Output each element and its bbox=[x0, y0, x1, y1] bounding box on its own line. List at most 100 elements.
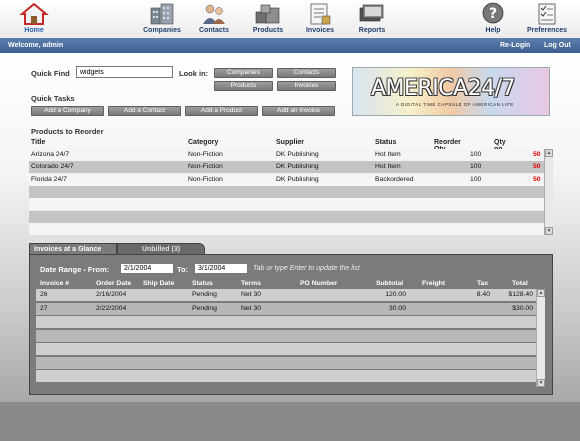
scroll-up-icon[interactable]: ▲ bbox=[537, 289, 545, 297]
relogin-link[interactable]: Re-Login bbox=[500, 42, 530, 49]
date-range-hint: Tab or type Enter to update the list bbox=[253, 265, 360, 272]
help-icon: ? bbox=[482, 2, 504, 24]
nav-preferences[interactable]: Preferences bbox=[522, 0, 572, 38]
look-in-label: Look in: bbox=[179, 69, 209, 78]
scroll-up-icon[interactable]: ▲ bbox=[545, 149, 553, 157]
cell-order-date: 2/22/2004 bbox=[96, 304, 127, 312]
people-icon bbox=[203, 4, 225, 24]
table-row[interactable]: 27 2/22/2004 Pending Net 30 30.00 $30.00 bbox=[36, 302, 536, 315]
banner-brand: AMERICA24/7 bbox=[371, 76, 516, 101]
cell-total: $128.40 bbox=[508, 291, 533, 298]
nav-companies-label: Companies bbox=[143, 27, 181, 34]
cell-category: Non-Fiction bbox=[188, 151, 223, 158]
logout-link[interactable]: Log Out bbox=[544, 42, 571, 49]
col-invoice-num: Invoice # bbox=[40, 280, 70, 287]
cell-status: Pending bbox=[192, 291, 217, 298]
quick-tasks-label: Quick Tasks bbox=[31, 94, 75, 103]
col-status: Status bbox=[192, 280, 213, 287]
table-row[interactable]: Arizona 24/7 Non-Fiction DK Publishing Hot … bbox=[29, 149, 544, 161]
table-row[interactable] bbox=[36, 316, 536, 328]
col-po-number: PO Number bbox=[300, 280, 338, 287]
cell-tax: 8.40 bbox=[476, 291, 490, 298]
invoice-scrollbar[interactable]: ▲ ▼ bbox=[536, 289, 545, 387]
quick-find-label: Quick Find bbox=[31, 69, 70, 78]
date-range-label: Date Range - From: bbox=[40, 265, 110, 274]
home-icon bbox=[19, 2, 49, 25]
reorder-scrollbar[interactable]: ▲ ▼ bbox=[544, 149, 553, 235]
col-supplier: Supplier bbox=[276, 139, 305, 146]
col-status: Status bbox=[375, 139, 397, 146]
lookin-invoices-button[interactable]: Invoices bbox=[277, 81, 336, 91]
quick-find-input[interactable] bbox=[76, 66, 173, 78]
col-terms: Terms bbox=[241, 280, 261, 287]
date-to-input[interactable] bbox=[194, 263, 248, 274]
add-company-button[interactable]: Add a Company bbox=[31, 106, 104, 116]
cell-status: Hot Item bbox=[375, 163, 401, 171]
cell-subtotal: 120.00 bbox=[385, 291, 406, 298]
cell-invoice-num: 27 bbox=[40, 304, 48, 312]
table-row[interactable] bbox=[29, 185, 544, 198]
cell-title: Colorado 24/7 bbox=[31, 163, 74, 171]
nav-invoices[interactable]: Invoices bbox=[302, 0, 338, 38]
nav-preferences-label: Preferences bbox=[526, 27, 568, 34]
main-content: Quick Find Look in: Companies Contacts P… bbox=[0, 53, 580, 402]
lookin-contacts-button[interactable]: Contacts bbox=[277, 68, 336, 78]
lookin-companies-button[interactable]: Companies bbox=[214, 68, 273, 78]
america247-banner: AMERICA24/7 A DIGITAL TIME CAPSULE OF AM… bbox=[352, 67, 550, 116]
banner-tagline: A DIGITAL TIME CAPSULE OF AMERICAN LIFE bbox=[396, 102, 514, 107]
table-row[interactable] bbox=[29, 198, 544, 211]
welcome-bar: Welcome, admin Re-Login Log Out bbox=[0, 38, 580, 53]
scroll-down-icon[interactable]: ▼ bbox=[545, 227, 553, 235]
col-order-date: Order Date bbox=[96, 280, 132, 287]
nav-home-label: Home bbox=[24, 27, 44, 34]
date-from-input[interactable] bbox=[120, 263, 174, 274]
cell-subtotal: 30.00 bbox=[388, 304, 406, 312]
cell-qty-on-hand: 50 bbox=[533, 163, 541, 171]
cell-supplier: DK Publishing bbox=[276, 163, 319, 171]
table-row[interactable] bbox=[29, 210, 544, 223]
cell-reorder-qty: 100 bbox=[470, 175, 482, 183]
cell-reorder-qty: 100 bbox=[470, 151, 482, 158]
reports-icon bbox=[359, 4, 384, 22]
cell-supplier: DK Publishing bbox=[276, 175, 319, 183]
cell-total: $30.00 bbox=[512, 304, 533, 312]
nav-reports[interactable]: Reports bbox=[354, 0, 390, 38]
table-row[interactable] bbox=[36, 356, 536, 369]
scroll-down-icon[interactable]: ▼ bbox=[537, 379, 545, 387]
col-total: Total bbox=[512, 280, 528, 287]
svg-text:?: ? bbox=[489, 6, 497, 22]
nav-contacts[interactable]: Contacts bbox=[196, 0, 232, 38]
table-row[interactable]: 26 2/16/2004 Pending Net 30 120.00 8.40 $128.4… bbox=[36, 289, 536, 301]
table-row[interactable]: Florida 24/7 Non-Fiction DK Publishing Back… bbox=[29, 173, 544, 186]
cell-title: Florida 24/7 bbox=[31, 175, 67, 183]
add-contact-button[interactable]: Add a Contact bbox=[108, 106, 181, 116]
nav-invoices-label: Invoices bbox=[305, 27, 334, 34]
nav-home[interactable]: Home bbox=[14, 0, 54, 38]
cell-status: Pending bbox=[192, 304, 217, 312]
col-category: Category bbox=[188, 139, 219, 146]
table-row[interactable] bbox=[36, 329, 536, 342]
nav-products[interactable]: Products bbox=[248, 0, 288, 38]
col-freight: Freight bbox=[422, 280, 446, 287]
nav-help[interactable]: ? Help bbox=[478, 0, 508, 38]
nav-contacts-label: Contacts bbox=[199, 27, 229, 34]
top-navigation: Home Companies Contacts Products Invoice… bbox=[0, 0, 580, 39]
table-row[interactable] bbox=[36, 370, 536, 382]
reorder-section-title: Products to Reorder bbox=[31, 127, 104, 136]
table-row[interactable] bbox=[36, 343, 536, 355]
cell-qty-on-hand: 50 bbox=[533, 175, 541, 183]
col-ship-date: Ship Date bbox=[143, 280, 175, 287]
cell-terms: Net 30 bbox=[241, 291, 262, 298]
nav-companies[interactable]: Companies bbox=[140, 0, 184, 38]
date-to-label: To: bbox=[177, 265, 189, 274]
lookin-products-button[interactable]: Products bbox=[214, 81, 273, 91]
col-tax: Tax bbox=[477, 280, 489, 287]
invoice-icon bbox=[310, 3, 331, 25]
table-row[interactable] bbox=[29, 222, 544, 235]
col-subtotal: Subtotal bbox=[376, 280, 404, 287]
table-row[interactable]: Colorado 24/7 Non-Fiction DK Publishing Hot… bbox=[29, 161, 544, 174]
add-product-button[interactable]: Add a Product bbox=[185, 106, 258, 116]
welcome-text: Welcome, admin bbox=[8, 42, 64, 49]
nav-reports-label: Reports bbox=[358, 27, 386, 34]
add-invoice-button[interactable]: Add an Invoice bbox=[262, 106, 335, 116]
